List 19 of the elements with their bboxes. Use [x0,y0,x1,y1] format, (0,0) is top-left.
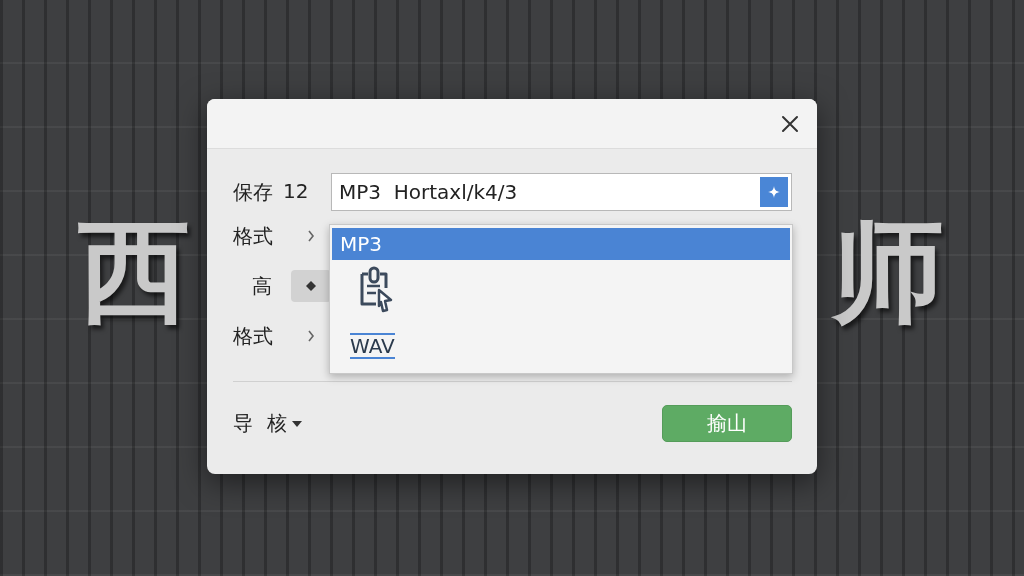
field-number: 12 [283,178,309,205]
stepper-button[interactable] [291,270,331,302]
backdrop-title: 西 [78,215,190,327]
close-icon [781,114,799,133]
wav-label: WAV [350,333,395,359]
select-toggle-icon [760,177,788,207]
dropdown-option[interactable]: WAV [332,320,790,372]
row-label: 格式 [233,222,274,250]
chevron-icon[interactable] [307,330,315,342]
chevron-icon[interactable] [307,230,315,242]
row-label: 格式 [233,322,274,350]
field-label: 保存 [233,178,273,206]
caret-icon [291,419,304,428]
dropdown-option[interactable]: MP3 [332,228,790,260]
diamond-icon [306,281,316,291]
menu-dropdown[interactable]: 导 核 [233,410,304,437]
row-label: 高 [251,272,273,300]
backdrop-title: 师 [832,215,944,327]
format-select[interactable]: MP3 Hortaxl/k4/3 [331,173,792,211]
